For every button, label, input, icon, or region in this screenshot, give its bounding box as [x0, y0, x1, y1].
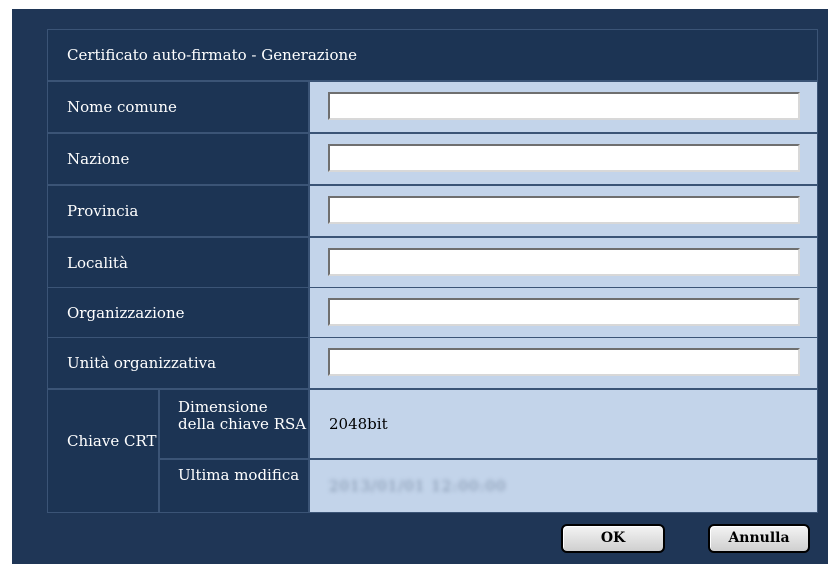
country-input[interactable] [328, 144, 800, 172]
organization-label: Organizzazione [47, 287, 309, 339]
rsa-key-size-value: 2048bit [309, 389, 818, 459]
cancel-button[interactable]: Annulla [708, 524, 810, 553]
form-row-organization: Organizzazione [47, 287, 818, 339]
ok-button[interactable]: OK [561, 524, 665, 553]
organization-input[interactable] [328, 298, 800, 326]
province-input[interactable] [328, 196, 800, 224]
province-label: Provincia [47, 185, 309, 237]
locality-input[interactable] [328, 248, 800, 276]
rsa-key-size-label: Dimensione della chiave RSA [159, 389, 309, 459]
form-row-province: Provincia [47, 185, 818, 237]
common-name-label: Nome comune [47, 81, 309, 133]
dialog-title: Certificato auto-firmato - Generazione [47, 29, 818, 81]
locality-cell [309, 237, 818, 289]
crt-key-label: Chiave CRT [47, 389, 159, 513]
locality-label: Località [47, 237, 309, 289]
common-name-cell [309, 81, 818, 133]
form-row-common-name: Nome comune [47, 81, 818, 133]
last-modified-value-cell: 2013/01/01 12:00:00 [309, 459, 818, 513]
organizational-unit-cell [309, 337, 818, 389]
organizational-unit-label: Unità organizzativa [47, 337, 309, 389]
organizational-unit-input[interactable] [328, 348, 800, 376]
organization-cell [309, 287, 818, 339]
common-name-input[interactable] [328, 92, 800, 120]
certificate-generation-dialog: Certificato auto-firmato - Generazione N… [12, 9, 828, 564]
last-modified-label: Ultima modifica [159, 459, 309, 513]
country-cell [309, 133, 818, 185]
province-cell [309, 185, 818, 237]
form-row-country: Nazione [47, 133, 818, 185]
form-row-organizational-unit: Unità organizzativa [47, 337, 818, 389]
country-label: Nazione [47, 133, 309, 185]
form-row-locality: Località [47, 237, 818, 289]
last-modified-value: 2013/01/01 12:00:00 [329, 477, 507, 495]
